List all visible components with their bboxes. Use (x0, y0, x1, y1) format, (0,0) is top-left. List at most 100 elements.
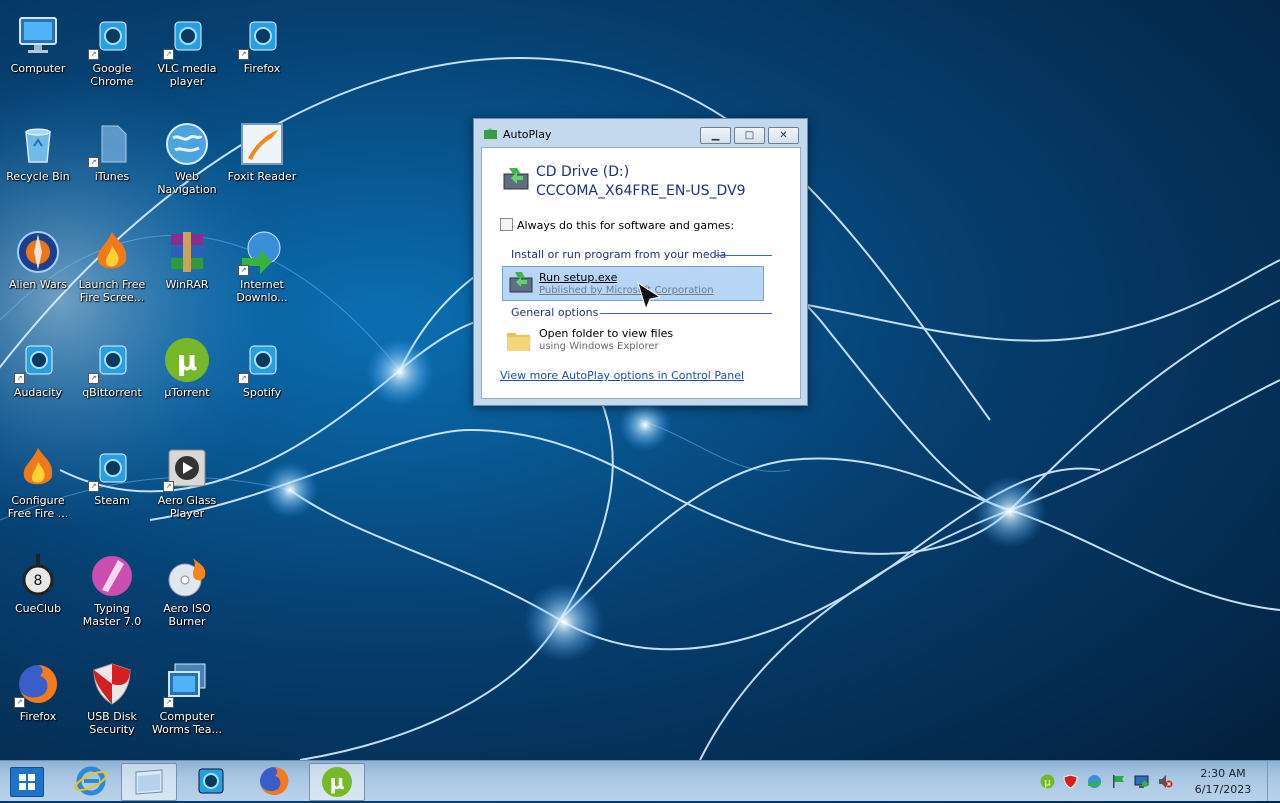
desktop-icon-google-chrome[interactable]: ↗ Google Chrome (74, 8, 150, 108)
svg-text:8: 8 (34, 573, 43, 589)
desktop-icon-computer-worms[interactable]: ↗ Computer Worms Tea... (149, 656, 225, 756)
clock-time: 2:30 AM (1200, 767, 1246, 780)
desktop-icon-aero-glass-player[interactable]: ↗ Aero Glass Player (149, 440, 225, 540)
taskbar-utorrent[interactable]: µ (309, 763, 365, 801)
autoplay-titlebar[interactable]: AutoPlay ▁ □ ✕ (474, 119, 807, 147)
desktop-icon-launch-free-fire[interactable]: Launch Free Fire Scree... (74, 224, 150, 324)
alien-wars-icon (14, 228, 62, 276)
checkbox-box[interactable] (500, 218, 513, 231)
desktop-icon-itunes[interactable]: ↗ iTunes (74, 116, 150, 216)
media-player-icon (198, 768, 224, 794)
file-icon: ↗ (88, 120, 136, 168)
desktop-icon-firefox-shortcut[interactable]: ↗ Firefox (224, 8, 300, 108)
utorrent-tray-icon[interactable]: µ (1040, 774, 1055, 789)
section-divider (600, 313, 772, 314)
network-globe-icon[interactable] (1087, 774, 1102, 789)
app-icon: ↗ (238, 336, 286, 384)
action-center-flag-icon[interactable] (1111, 774, 1126, 789)
autoplay-icon (484, 128, 497, 139)
shortcut-arrow-icon: ↗ (88, 481, 99, 492)
utorrent-icon: µ (322, 767, 352, 797)
typing-master-icon (88, 552, 136, 600)
windows-logo-icon (19, 774, 35, 790)
cd-drive-icon (503, 168, 529, 190)
app-icon: ↗ (163, 12, 211, 60)
svg-text:µ: µ (330, 770, 345, 794)
show-desktop-button[interactable] (1267, 761, 1280, 801)
section-general-header: General options (511, 306, 599, 319)
maximize-button[interactable]: □ (734, 127, 765, 144)
desktop-icon-aero-iso-burner[interactable]: Aero ISO Burner (149, 548, 225, 648)
taskbar-firefox[interactable] (247, 763, 301, 799)
shortcut-arrow-icon: ↗ (238, 49, 249, 60)
firefox-icon: ↗ (14, 660, 62, 708)
globe-icon (163, 120, 211, 168)
desktop-icon-firefox[interactable]: ↗ Firefox (0, 656, 76, 756)
start-button[interactable] (10, 767, 44, 797)
desktop-icon-audacity[interactable]: ↗ Audacity (0, 332, 76, 432)
shield-tray-icon[interactable] (1063, 774, 1078, 789)
svg-text:µ: µ (1044, 778, 1051, 789)
open-folder-option[interactable]: Open folder to view files using Windows … (502, 324, 762, 358)
app-icon: ↗ (14, 336, 62, 384)
clock-date: 6/17/2023 (1194, 783, 1252, 796)
taskbar-file-explorer[interactable] (121, 763, 177, 801)
display-icon[interactable] (1134, 774, 1149, 789)
shortcut-arrow-icon: ↗ (163, 49, 174, 60)
system-clock[interactable]: 2:30 AM 6/17/2023 (1193, 766, 1253, 798)
volume-muted-icon[interactable] (1158, 774, 1173, 789)
maximize-icon: □ (744, 130, 755, 141)
setup-exe-icon (509, 272, 533, 293)
foxit-reader-icon (238, 120, 286, 168)
run-setup-option[interactable]: Run setup.exe Published by Microsoft Cor… (502, 266, 764, 301)
minimize-button[interactable]: ▁ (700, 127, 731, 144)
autoplay-dialog: AutoPlay ▁ □ ✕ CD Drive (D:) CCCOMA_X64F… (473, 118, 808, 406)
shortcut-arrow-icon: ↗ (88, 49, 99, 60)
desktop-icon-qbittorrent[interactable]: ↗ qBittorrent (74, 332, 150, 432)
shortcut-arrow-icon: ↗ (88, 373, 99, 384)
recycle-bin-icon (14, 120, 62, 168)
desktop-icon-typing-master[interactable]: Typing Master 7.0 (74, 548, 150, 648)
desktop-icon-spotify[interactable]: ↗ Spotify (224, 332, 300, 432)
utorrent-icon: µ (163, 336, 211, 384)
volume-label: CCCOMA_X64FRE_EN-US_DV9 (536, 183, 746, 199)
free-fire-icon (88, 228, 136, 276)
taskbar-internet-explorer[interactable] (64, 763, 118, 799)
media-player-icon: ↗ (163, 444, 211, 492)
autoplay-content: CD Drive (D:) CCCOMA_X64FRE_EN-US_DV9 Al… (481, 147, 801, 399)
folder-icon (507, 333, 531, 351)
desktop-icon-internet-download-manager[interactable]: ↗ Internet Downlo... (224, 224, 300, 324)
control-panel-link[interactable]: View more AutoPlay options in Control Pa… (500, 369, 744, 382)
desktop-icon-usb-disk-security[interactable]: USB Disk Security (74, 656, 150, 756)
drive-heading: CD Drive (D:) CCCOMA_X64FRE_EN-US_DV9 (536, 163, 746, 201)
desktop-icon-steam[interactable]: ↗ Steam (74, 440, 150, 540)
desktop-icon-foxit-reader[interactable]: Foxit Reader (224, 116, 300, 216)
desktop-icon-recycle-bin[interactable]: Recycle Bin (0, 116, 76, 216)
desktop-icon-utorrent[interactable]: µ µTorrent (149, 332, 225, 432)
free-fire-icon (14, 444, 62, 492)
desktop-icon-configure-free-fire[interactable]: Configure Free Fire ... (0, 440, 76, 540)
section-install-header: Install or run program from your media (511, 248, 727, 261)
desktop-icon-cueclub[interactable]: 8 CueClub (0, 548, 76, 648)
shortcut-arrow-icon: ↗ (14, 697, 25, 708)
run-setup-title: Run setup.exe (539, 271, 618, 284)
mouse-cursor-icon (637, 281, 662, 311)
desktop-icon-computer[interactable]: Computer (0, 8, 76, 108)
svg-text:µ: µ (177, 344, 198, 377)
minimize-icon: ▁ (711, 130, 720, 141)
internet-download-icon: ↗ (238, 228, 286, 276)
autoplay-title: AutoPlay (503, 128, 552, 141)
taskbar-media-player[interactable] (184, 763, 238, 799)
shortcut-arrow-icon: ↗ (163, 481, 174, 492)
open-folder-subtitle: using Windows Explorer (539, 341, 659, 352)
desktop-icon-vlc[interactable]: ↗ VLC media player (149, 8, 225, 108)
close-button[interactable]: ✕ (768, 127, 799, 144)
always-checkbox-label: Always do this for software and games: (517, 219, 735, 232)
close-icon: ✕ (779, 130, 788, 141)
always-do-this-checkbox[interactable]: Always do this for software and games: (500, 218, 734, 232)
shortcut-arrow-icon: ↗ (88, 157, 99, 168)
computer-icon (14, 12, 62, 60)
desktop-icon-web-navigation[interactable]: Web Navigation (149, 116, 225, 216)
desktop-icon-alien-wars[interactable]: Alien Wars (0, 224, 76, 324)
desktop-icon-winrar[interactable]: WinRAR (149, 224, 225, 324)
